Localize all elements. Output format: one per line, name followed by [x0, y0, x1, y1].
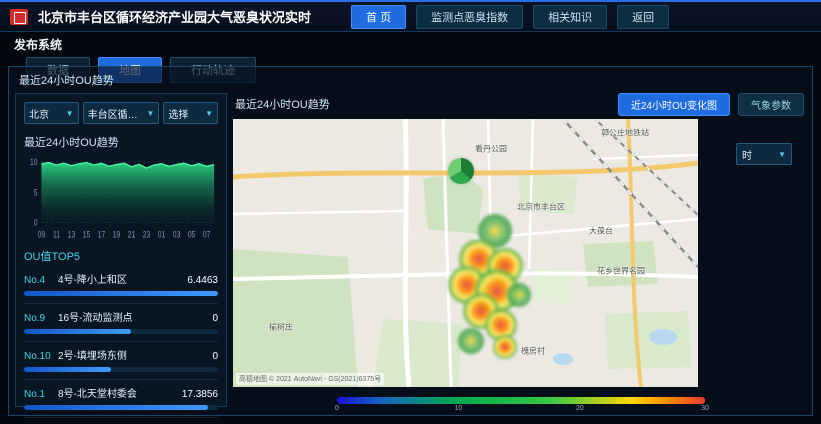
site-select-value: 选择 [168, 106, 188, 121]
chevron-down-icon: ▼ [66, 109, 74, 118]
map-place-label: 看丹公园 [475, 144, 507, 155]
time-unit-select[interactable]: 时 ▼ [736, 143, 792, 165]
svg-text:09: 09 [38, 230, 46, 240]
map-place-label: 大葆台 [589, 226, 613, 237]
rank-label: No.1 [24, 389, 52, 400]
map-place-label: 花乡世界名园 [597, 266, 645, 277]
chevron-down-icon: ▼ [778, 150, 786, 159]
rank-label: No.4 [24, 275, 52, 286]
app-logo [10, 9, 28, 25]
list-item[interactable]: No.2 1号-填埋场西侧 13.6997 [24, 418, 218, 424]
list-item[interactable]: No.10 2号-填埋场东侧 0 [24, 342, 218, 380]
ou-value: 0 [212, 351, 218, 362]
nav-knowledge[interactable]: 相关知识 [533, 5, 607, 29]
map-wrap: 看丹公园 郭公庄地铁站 北京市丰台区 大葆台 花乡世界名园 榆树庄 槐房村 高德… [233, 119, 806, 387]
svg-text:23: 23 [143, 230, 151, 240]
trend-chart-svg: 0510091113151719212301030507 [24, 152, 218, 240]
site-name: 8号-北天堂村委会 [58, 385, 176, 400]
map-attribution: 高德地图 © 2021 AutoNavi - GS(2021)6375号 [236, 373, 384, 385]
svg-text:19: 19 [113, 230, 121, 240]
legend-tick: 30 [701, 405, 709, 412]
svg-text:11: 11 [53, 230, 60, 240]
value-bar [24, 291, 218, 296]
map-canvas[interactable]: 看丹公园 郭公庄地铁站 北京市丰台区 大葆台 花乡世界名园 榆树庄 槐房村 高德… [233, 119, 698, 387]
ou-value: 17.3856 [182, 389, 218, 400]
weather-params-button[interactable]: 气象参数 [738, 93, 804, 116]
svg-text:15: 15 [83, 230, 91, 240]
list-item[interactable]: No.1 8号-北天堂村委会 17.3856 [24, 380, 218, 418]
svg-text:03: 03 [173, 230, 181, 240]
map-place-label: 北京市丰台区 [517, 202, 565, 213]
svg-text:10: 10 [30, 157, 38, 167]
rank-label: No.9 [24, 313, 52, 324]
svg-text:01: 01 [158, 230, 166, 240]
station-pie-marker[interactable] [448, 158, 474, 184]
value-bar [24, 329, 218, 334]
nav-odor-index[interactable]: 监测点恶臭指数 [416, 5, 523, 29]
main-nav: 首 页 监测点恶臭指数 相关知识 返回 [351, 5, 669, 29]
site-name: 2号-填埋场东侧 [58, 347, 206, 362]
nav-back[interactable]: 返回 [617, 5, 669, 29]
sidebar: 北京 ▼ 丰台区循环经济产 ▼ 选择 ▼ 最近24小时OU趋势 [15, 93, 227, 407]
ou-trend-chart: 0510091113151719212301030507 [24, 152, 218, 240]
map-title: 最近24小时OU趋势 [235, 96, 330, 112]
svg-text:0: 0 [34, 218, 38, 228]
legend-gradient-bar [337, 397, 705, 404]
svg-text:21: 21 [128, 230, 136, 240]
top5-title: OU值TOP5 [24, 248, 218, 264]
district-select[interactable]: 丰台区循环经济产 ▼ [83, 102, 160, 124]
city-select[interactable]: 北京 ▼ [24, 102, 79, 124]
map-place-label: 榆树庄 [269, 322, 293, 333]
map-header: 最近24小时OU趋势 近24小时OU变化图 气象参数 [233, 93, 806, 115]
map-place-label: 郭公庄地铁站 [601, 128, 649, 139]
panel-title: 最近24小时OU趋势 [19, 72, 114, 88]
heatmap-blob [493, 335, 517, 359]
site-name: 4号-降小上和区 [58, 271, 181, 286]
map-place-label: 槐房村 [521, 346, 545, 357]
svg-text:5: 5 [34, 188, 38, 198]
map-buttons: 近24小时OU变化图 气象参数 [618, 93, 804, 116]
value-bar [24, 367, 218, 372]
chevron-down-icon: ▼ [205, 109, 213, 118]
rank-label: No.10 [24, 351, 52, 362]
legend-tick: 20 [576, 405, 584, 412]
list-item[interactable]: No.4 4号-降小上和区 6.4463 [24, 266, 218, 304]
ou-value: 6.4463 [187, 275, 218, 286]
trend-area-series [41, 163, 214, 223]
city-select-value: 北京 [29, 106, 49, 121]
value-bar [24, 405, 218, 410]
app-header: 北京市丰台区循环经济产业园大气恶臭状况实时 首 页 监测点恶臭指数 相关知识 返… [0, 2, 821, 32]
filter-selects: 北京 ▼ 丰台区循环经济产 ▼ 选择 ▼ [24, 102, 218, 124]
nav-home[interactable]: 首 页 [351, 5, 406, 29]
site-select[interactable]: 选择 ▼ [163, 102, 218, 124]
ou-value: 0 [212, 313, 218, 324]
district-select-value: 丰台区循环经济产 [88, 106, 145, 121]
main-panel: 最近24小时OU趋势 北京 ▼ 丰台区循环经济产 ▼ 选择 ▼ 最近24小时OU… [8, 66, 813, 416]
heatmap-blob [458, 328, 484, 354]
legend-tick: 0 [335, 405, 339, 412]
legend-ticks: 0 10 20 30 [337, 405, 705, 417]
top5-list: No.4 4号-降小上和区 6.4463 No.9 16号-流动监测点 0 [24, 266, 218, 424]
chevron-down-icon: ▼ [147, 109, 155, 118]
svg-text:13: 13 [68, 230, 76, 240]
ou-change-chart-button[interactable]: 近24小时OU变化图 [618, 93, 730, 116]
svg-text:05: 05 [188, 230, 196, 240]
list-item[interactable]: No.9 16号-流动监测点 0 [24, 304, 218, 342]
site-name: 16号-流动监测点 [58, 309, 206, 324]
app-title: 北京市丰台区循环经济产业园大气恶臭状况实时 [38, 7, 311, 26]
map-section: 最近24小时OU趋势 近24小时OU变化图 气象参数 [233, 93, 806, 407]
heatmap-blob [507, 283, 531, 307]
time-unit-value: 时 [742, 147, 752, 162]
trend-chart-title: 最近24小时OU趋势 [24, 134, 218, 150]
svg-text:07: 07 [203, 230, 211, 240]
app-root: 北京市丰台区循环经济产业园大气恶臭状况实时 首 页 监测点恶臭指数 相关知识 返… [0, 0, 821, 424]
svg-text:17: 17 [98, 230, 106, 240]
system-label: 发布系统 [14, 36, 807, 53]
legend-tick: 10 [455, 405, 463, 412]
heatmap-legend: 0 10 20 30 [233, 395, 806, 419]
